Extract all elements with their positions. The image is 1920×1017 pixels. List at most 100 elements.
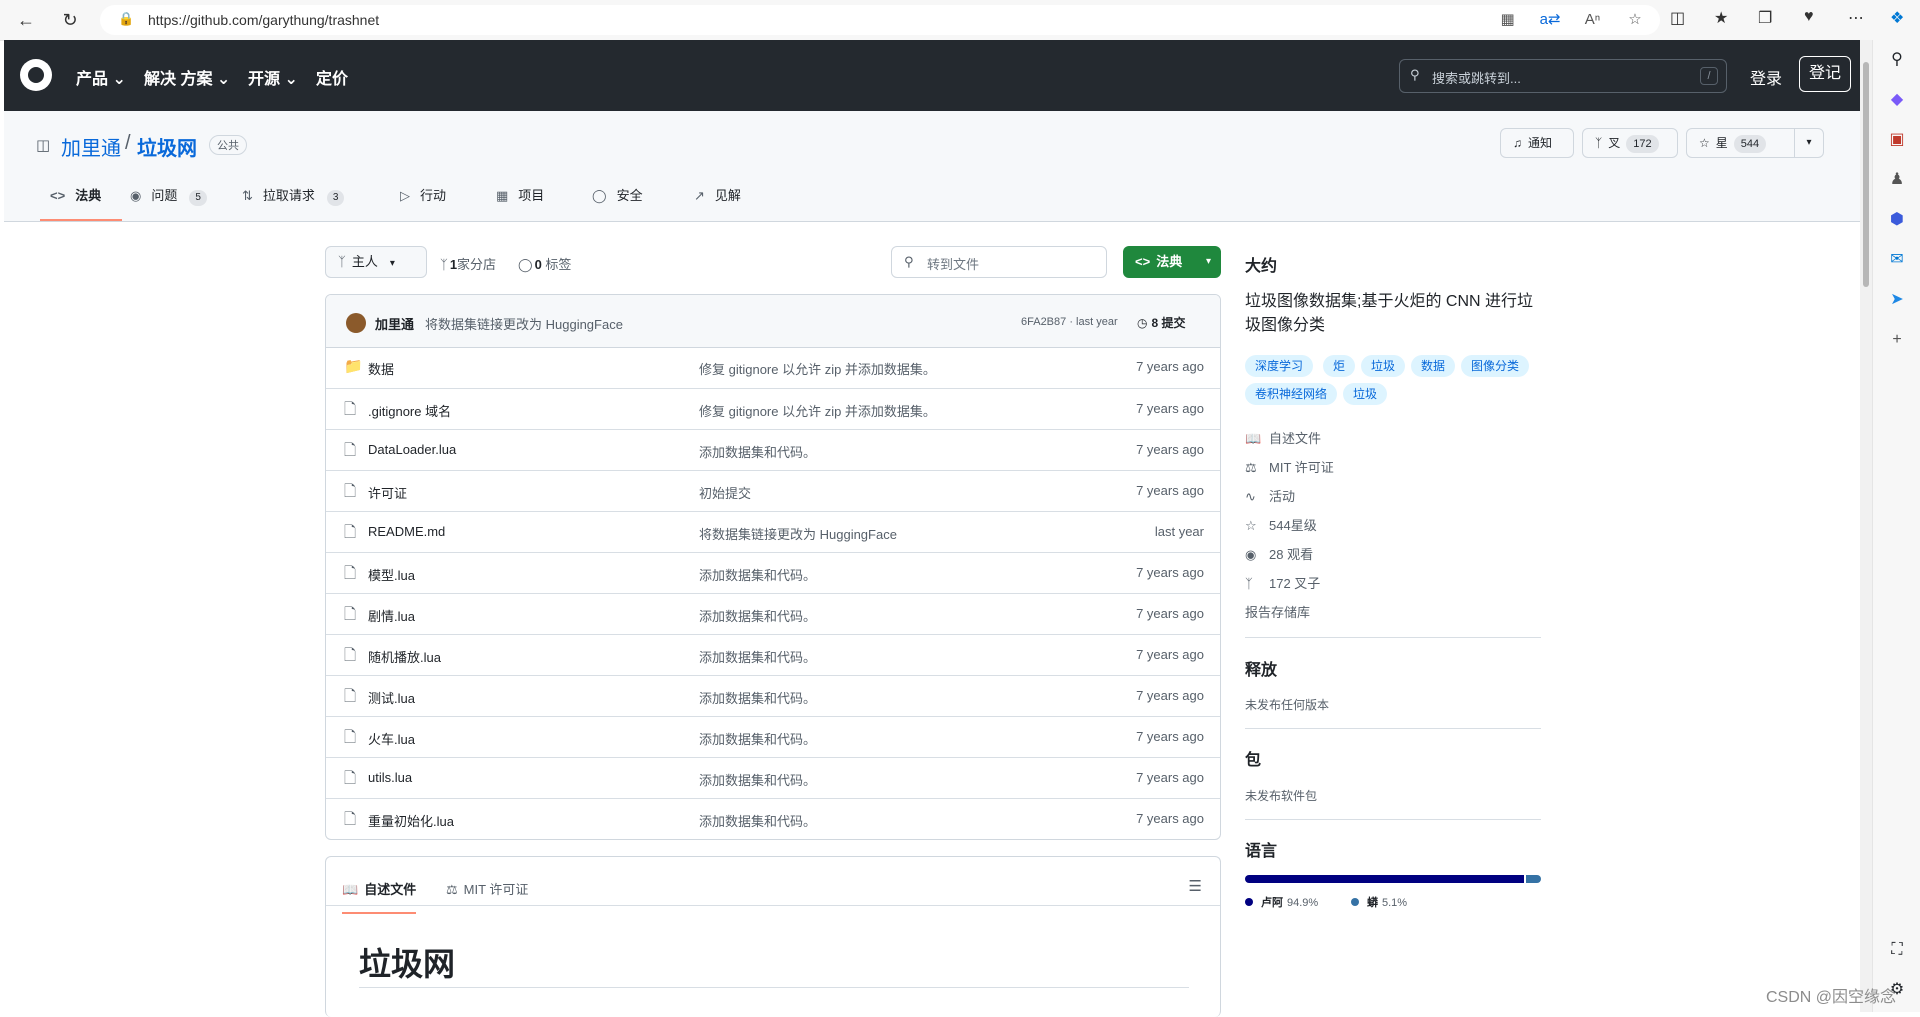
file-commit-message[interactable]: 将数据集链接更改为 HuggingFace <box>699 524 897 543</box>
file-name-link[interactable]: README.md <box>368 524 445 539</box>
commit-author[interactable]: 加里通 <box>375 314 414 333</box>
tab-license[interactable]: ⚖ MIT 许可证 <box>446 879 528 898</box>
fork-button[interactable]: ᛉ 叉 172 <box>1582 128 1678 158</box>
commit-hash[interactable]: 6FA2B87 · last year <box>1021 316 1118 328</box>
topic-tag[interactable]: 垃圾 <box>1361 355 1406 377</box>
table-row[interactable]: 🗋 README.md 将数据集链接更改为 HuggingFace last year <box>326 511 1220 553</box>
language-legend-lua[interactable]: 卢阿 94.9% <box>1245 894 1318 910</box>
file-name-link[interactable]: 数据 <box>368 359 394 378</box>
screenshot-icon[interactable]: ⛶ <box>1873 930 1920 970</box>
add-icon[interactable]: + <box>1873 320 1920 360</box>
tab-pull-requests[interactable]: ⇅ 拉取请求 3 <box>242 185 345 221</box>
branches-link[interactable]: ᛉ 1家分店 <box>440 254 496 273</box>
address-bar[interactable]: 🔒 https://github.com/garythung/trashnet … <box>100 5 1660 35</box>
activity-link[interactable]: ∿ 活动 <box>1245 486 1295 505</box>
table-row[interactable]: 🗋 DataLoader.lua 添加数据集和代码。 7 years ago <box>326 429 1220 471</box>
games-icon[interactable]: ♟ <box>1873 160 1920 200</box>
report-repository-link[interactable]: 报告存储库 <box>1245 602 1310 621</box>
stars-link[interactable]: ☆ 544星级 <box>1245 515 1317 534</box>
office-icon[interactable]: ⬢ <box>1873 200 1920 240</box>
repo-owner-link[interactable]: 加里通 <box>61 132 121 161</box>
file-commit-message[interactable]: 添加数据集和代码。 <box>699 688 816 707</box>
table-row[interactable]: 📁 数据 修复 gitignore 以允许 zip 并添加数据集。 7 years a… <box>326 347 1220 388</box>
topic-tag[interactable]: 数据 <box>1411 355 1456 377</box>
releases-heading[interactable]: 释放 <box>1245 656 1277 680</box>
branch-select-button[interactable]: ᛉ 主人 ▾ <box>325 246 427 278</box>
notifications-button[interactable]: ♫ 通知 <box>1500 128 1574 158</box>
table-row[interactable]: 🗋 测试.lua 添加数据集和代码。 7 years ago <box>326 675 1220 717</box>
drop-icon[interactable]: ➤ <box>1873 280 1920 320</box>
file-name-link[interactable]: .gitignore 域名 <box>368 401 451 420</box>
back-arrow-icon[interactable]: ← <box>14 8 38 32</box>
url-text[interactable]: https://github.com/garythung/trashnet <box>148 12 379 28</box>
table-row[interactable]: 🗋 随机播放.lua 添加数据集和代码。 7 years ago <box>326 634 1220 676</box>
topic-tag[interactable]: 垃圾 <box>1343 383 1388 405</box>
forks-link[interactable]: ᛉ 172 叉子 <box>1245 573 1320 592</box>
github-logo-icon[interactable] <box>20 59 52 91</box>
topic-tag[interactable]: 图像分类 <box>1461 355 1530 377</box>
outline-list-icon[interactable]: ☰ <box>1189 877 1202 895</box>
table-row[interactable]: 🗋 模型.lua 添加数据集和代码。 7 years ago <box>326 552 1220 594</box>
apps-icon[interactable]: ▦ <box>1497 10 1519 28</box>
nav-pricing[interactable]: 定价 <box>316 65 348 89</box>
file-name-link[interactable]: 随机播放.lua <box>368 647 441 666</box>
language-legend-python[interactable]: 蟒 5.1% <box>1351 894 1407 910</box>
file-name-link[interactable]: 测试.lua <box>368 688 415 707</box>
file-commit-message[interactable]: 添加数据集和代码。 <box>699 811 816 830</box>
tools-icon[interactable]: ▣ <box>1873 120 1920 160</box>
tab-code[interactable]: <> 法典 <box>40 185 122 221</box>
file-name-link[interactable]: 许可证 <box>368 483 407 502</box>
table-row[interactable]: 🗋 火车.lua 添加数据集和代码。 7 years ago <box>326 716 1220 758</box>
file-commit-message[interactable]: 修复 gitignore 以允许 zip 并添加数据集。 <box>699 401 936 420</box>
nav-open-source[interactable]: 开源 ⌄ <box>248 65 298 89</box>
page-scrollbar[interactable] <box>1860 40 1872 1012</box>
avatar[interactable] <box>346 313 366 333</box>
search-input[interactable]: ⚲ 搜索或跳转到... / <box>1399 59 1727 93</box>
watchers-link[interactable]: ◉ 28 观看 <box>1245 544 1313 563</box>
tab-insights[interactable]: ↗ 见解 <box>694 185 741 221</box>
file-name-link[interactable]: 火车.lua <box>368 729 415 748</box>
split-screen-icon[interactable]: ◫ <box>1670 8 1685 28</box>
file-commit-message[interactable]: 添加数据集和代码。 <box>699 565 816 584</box>
file-name-link[interactable]: DataLoader.lua <box>368 442 456 457</box>
license-link[interactable]: ⚖ MIT 许可证 <box>1245 457 1334 476</box>
file-name-link[interactable]: 剧情.lua <box>368 606 415 625</box>
file-name-link[interactable]: 模型.lua <box>368 565 415 584</box>
file-commit-message[interactable]: 添加数据集和代码。 <box>699 770 816 789</box>
search-icon[interactable]: ⚲ <box>1873 40 1920 80</box>
topic-tag[interactable]: 炬 <box>1323 355 1356 377</box>
topic-tag[interactable]: 深度学习 <box>1245 355 1314 377</box>
tab-security[interactable]: ◯ 安全 <box>592 185 643 221</box>
commit-message[interactable]: 将数据集链接更改为 HuggingFace <box>425 314 623 333</box>
tab-actions[interactable]: ▷ 行动 <box>400 185 446 221</box>
go-to-file-input[interactable]: ⚲ 转到文件 <box>891 246 1107 278</box>
table-row[interactable]: 🗋 重量初始化.lua 添加数据集和代码。 7 years ago <box>326 798 1220 839</box>
file-commit-message[interactable]: 修复 gitignore 以允许 zip 并添加数据集。 <box>699 359 936 378</box>
file-commit-message[interactable]: 初始提交 <box>699 483 751 502</box>
nav-products[interactable]: 产品 ⌄ <box>76 65 126 89</box>
code-button[interactable]: <> 法典 ▾ <box>1123 246 1221 278</box>
table-row[interactable]: 🗋 utils.lua 添加数据集和代码。 7 years ago <box>326 757 1220 799</box>
collections-icon[interactable]: ❐ <box>1758 8 1772 28</box>
star-dropdown-caret-icon[interactable]: ▾ <box>1794 129 1823 157</box>
outlook-icon[interactable]: ✉ <box>1873 240 1920 280</box>
favorite-star-icon[interactable]: ☆ <box>1624 10 1646 28</box>
shopping-tag-icon[interactable]: ◆ <box>1873 80 1920 120</box>
repo-name-link[interactable]: 垃圾网 <box>137 132 197 161</box>
table-row[interactable]: 🗋 .gitignore 域名 修复 gitignore 以允许 zip 并添加数据… <box>326 388 1220 430</box>
tab-projects[interactable]: ▦ 项目 <box>496 185 544 221</box>
sign-in-link[interactable]: 登录 <box>1750 65 1782 89</box>
file-name-link[interactable]: 重量初始化.lua <box>368 811 454 830</box>
translate-icon[interactable]: a⇄ <box>1539 10 1561 28</box>
refresh-icon[interactable]: ↻ <box>58 8 82 32</box>
tab-readme[interactable]: 📖 自述文件 <box>342 879 417 914</box>
table-row[interactable]: 🗋 许可证 初始提交 7 years ago <box>326 470 1220 512</box>
commits-link[interactable]: ◷ 8 提交 <box>1137 314 1186 331</box>
favorites-icon[interactable]: ★ <box>1714 8 1728 28</box>
file-commit-message[interactable]: 添加数据集和代码。 <box>699 606 816 625</box>
scrollbar-thumb[interactable] <box>1863 62 1869 287</box>
nav-solutions[interactable]: 解决 方案 ⌄ <box>144 65 230 89</box>
table-row[interactable]: 🗋 剧情.lua 添加数据集和代码。 7 years ago <box>326 593 1220 635</box>
file-commit-message[interactable]: 添加数据集和代码。 <box>699 442 816 461</box>
tab-issues[interactable]: ◉ 问题 5 <box>130 185 207 221</box>
